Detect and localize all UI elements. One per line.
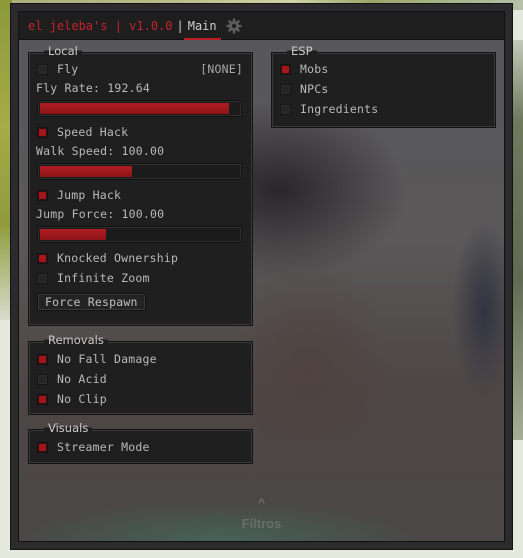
esp-mobs-toggle[interactable]: Mobs <box>280 60 486 78</box>
filters-toggle[interactable]: ^ Filtros <box>19 495 504 531</box>
fly-label: Fly <box>57 62 79 76</box>
knocked-ownership-label: Knocked Ownership <box>57 251 179 265</box>
group-local: Local Fly [NONE] Fly Rate: 192.64 Speed … <box>28 44 253 326</box>
fly-rate-slider[interactable] <box>37 100 242 117</box>
infinite-zoom-checkbox[interactable] <box>37 272 48 284</box>
group-visuals-label: Visuals <box>44 421 93 435</box>
no-fall-damage-toggle[interactable]: No Fall Damage <box>37 350 243 368</box>
jump-force-slider[interactable] <box>37 226 242 243</box>
esp-mobs-checkbox[interactable] <box>280 63 291 75</box>
esp-npcs-checkbox[interactable] <box>280 83 291 95</box>
knocked-ownership-toggle[interactable]: Knocked Ownership <box>37 249 243 267</box>
no-acid-checkbox[interactable] <box>37 373 48 385</box>
no-clip-toggle[interactable]: No Clip <box>37 390 243 408</box>
jump-force-label: Jump Force: 100.00 <box>36 207 165 221</box>
jump-hack-checkbox[interactable] <box>37 189 48 201</box>
chevron-up-icon: ^ <box>258 495 265 511</box>
group-esp: ESP Mobs NPCs Ingredients <box>271 44 496 128</box>
fly-toggle[interactable]: Fly [NONE] <box>37 60 243 78</box>
walk-speed-slider[interactable] <box>37 163 242 180</box>
window-frame: el jeleba's | v1.0.0 | Main Local Fly [N… <box>18 11 505 542</box>
esp-ingredients-toggle[interactable]: Ingredients <box>280 100 486 118</box>
walk-speed-label: Walk Speed: 100.00 <box>36 144 165 158</box>
streamer-mode-label: Streamer Mode <box>57 440 150 454</box>
esp-ingredients-checkbox[interactable] <box>280 103 291 115</box>
fly-rate-slider-fill <box>40 103 230 114</box>
no-acid-label: No Acid <box>57 372 107 386</box>
streamer-mode-checkbox[interactable] <box>37 441 48 453</box>
esp-ingredients-label: Ingredients <box>300 102 379 116</box>
esp-npcs-toggle[interactable]: NPCs <box>280 80 486 98</box>
no-fall-damage-checkbox[interactable] <box>37 353 48 365</box>
force-respawn-button[interactable]: Force Respawn <box>37 293 146 311</box>
cheat-menu-window: el jeleba's | v1.0.0 | Main Local Fly [N… <box>10 3 513 550</box>
speed-hack-label: Speed Hack <box>57 125 129 139</box>
infinite-zoom-toggle[interactable]: Infinite Zoom <box>37 269 243 287</box>
title-separator: | <box>176 18 184 33</box>
speed-hack-checkbox[interactable] <box>37 126 48 138</box>
no-acid-toggle[interactable]: No Acid <box>37 370 243 388</box>
jump-hack-label: Jump Hack <box>57 188 122 202</box>
knocked-ownership-checkbox[interactable] <box>37 252 48 264</box>
infinite-zoom-label: Infinite Zoom <box>57 271 150 285</box>
no-clip-checkbox[interactable] <box>37 393 48 405</box>
streamer-mode-toggle[interactable]: Streamer Mode <box>37 438 243 456</box>
titlebar[interactable]: el jeleba's | v1.0.0 | Main <box>19 12 504 40</box>
jump-hack-toggle[interactable]: Jump Hack <box>37 186 243 204</box>
content-area: Local Fly [NONE] Fly Rate: 192.64 Speed … <box>19 40 504 541</box>
speed-hack-toggle[interactable]: Speed Hack <box>37 123 243 141</box>
app-title: el jeleba's | v1.0.0 <box>28 18 173 33</box>
fly-rate-label: Fly Rate: 192.64 <box>36 81 150 95</box>
gear-icon[interactable] <box>226 18 242 34</box>
no-clip-label: No Clip <box>57 392 107 406</box>
tab-main[interactable]: Main <box>183 19 221 40</box>
no-fall-damage-label: No Fall Damage <box>57 352 157 366</box>
fly-keybind[interactable]: [NONE] <box>200 62 243 76</box>
group-visuals: Visuals Streamer Mode <box>28 421 253 464</box>
group-removals-label: Removals <box>44 333 108 347</box>
jump-force-slider-fill <box>40 229 106 240</box>
walk-speed-slider-fill <box>40 166 132 177</box>
esp-mobs-label: Mobs <box>300 62 329 76</box>
filters-label: Filtros <box>241 516 282 531</box>
esp-npcs-label: NPCs <box>300 82 329 96</box>
group-esp-label: ESP <box>287 44 317 58</box>
group-local-label: Local <box>44 44 82 58</box>
group-removals: Removals No Fall Damage No Acid No Clip <box>28 333 253 415</box>
fly-checkbox[interactable] <box>37 63 48 75</box>
